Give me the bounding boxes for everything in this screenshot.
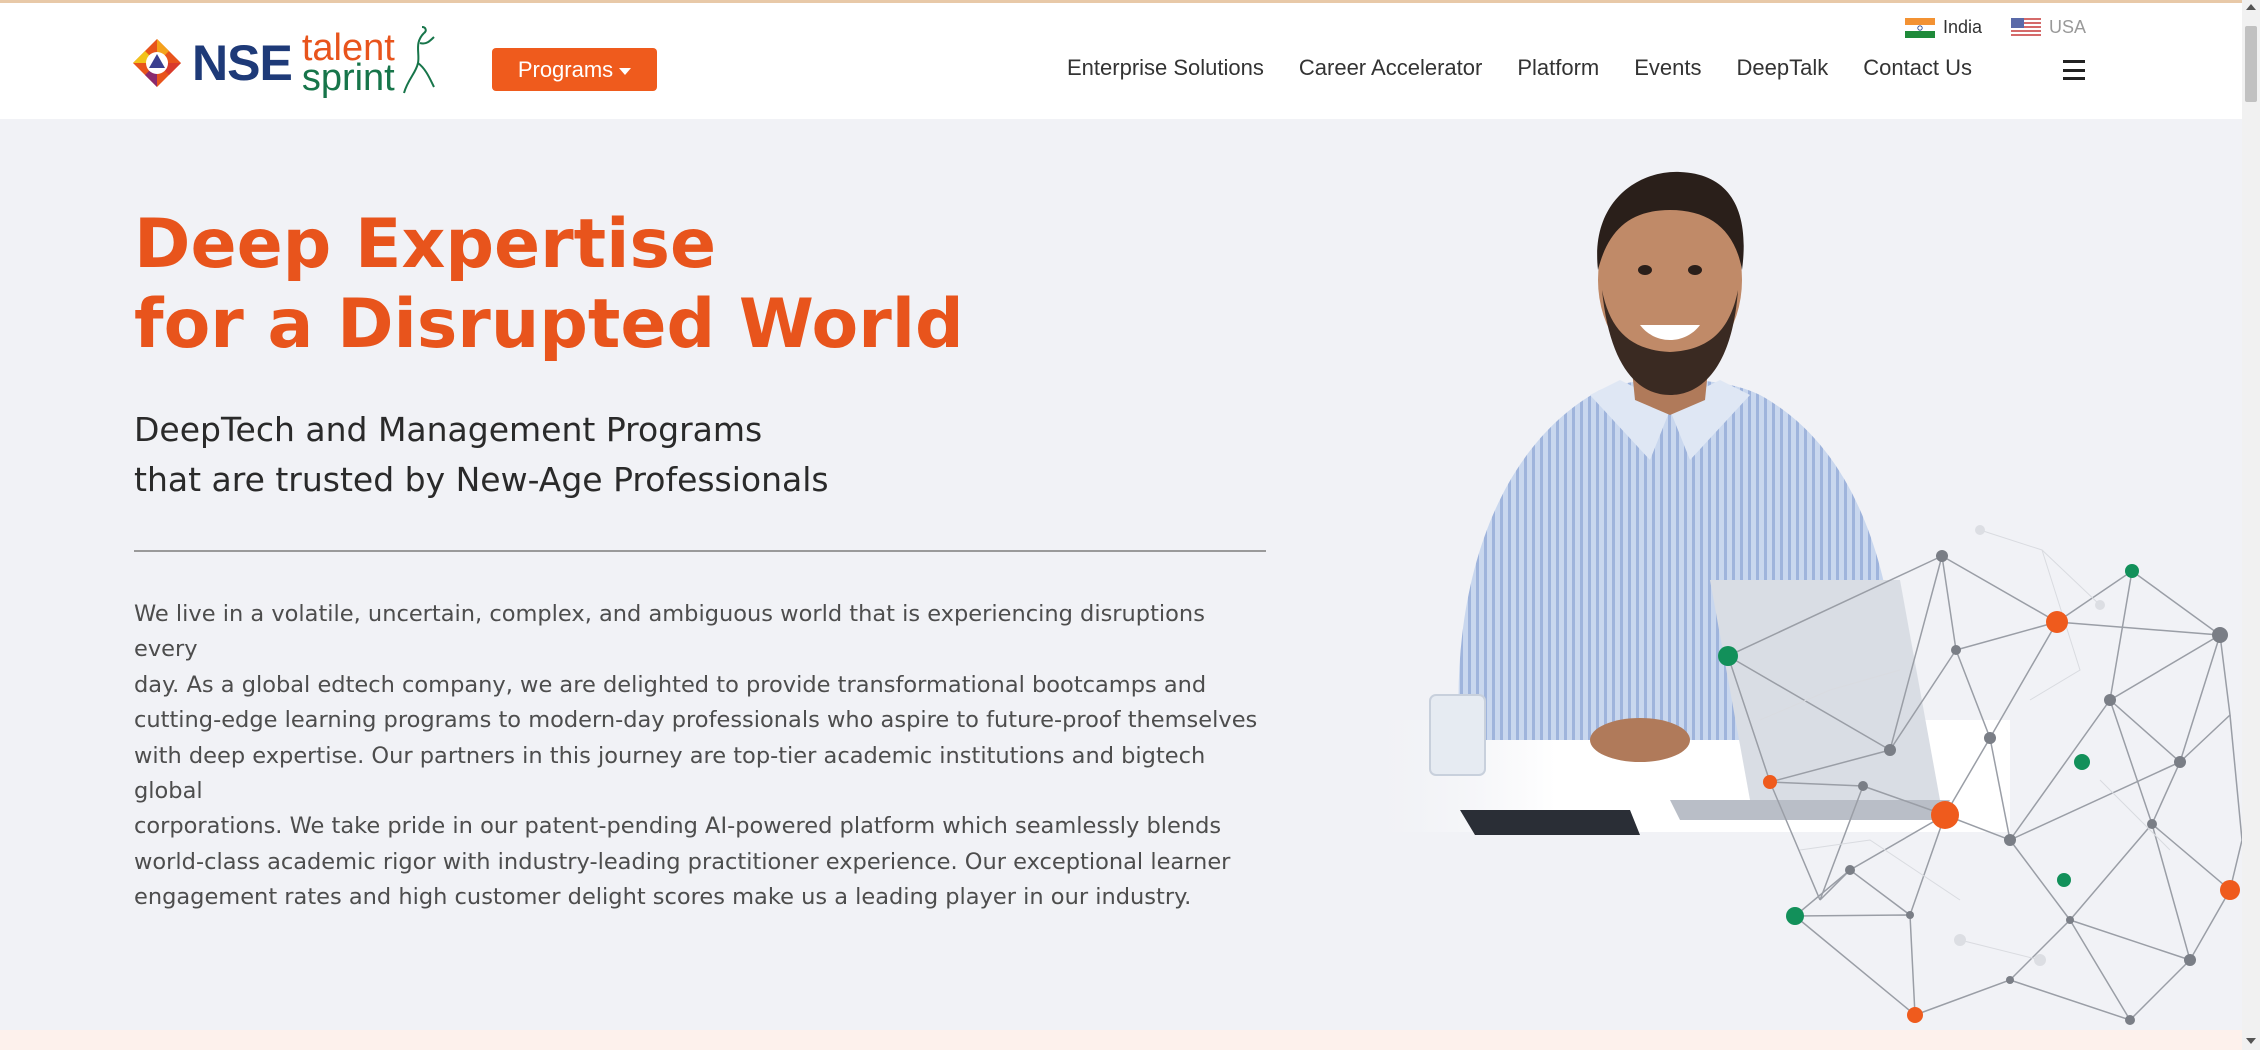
india-flag-icon	[1905, 17, 1935, 38]
vertical-scrollbar[interactable]	[2242, 0, 2260, 1050]
site-header: NSE talent sprint Programs India USA Ent…	[0, 3, 2242, 119]
hero-subtitle-line1: DeepTech and Management Programs	[134, 410, 763, 449]
hero-title-line1: Deep Expertise	[134, 205, 717, 284]
scrollbar-thumb[interactable]	[2245, 26, 2257, 102]
usa-flag-icon	[2011, 17, 2041, 38]
hero-body-line: engagement rates and high customer delig…	[134, 884, 1192, 911]
hero-subtitle-line2: that are trusted by New-Age Professional…	[134, 460, 829, 499]
scroll-up-arrow-icon[interactable]	[2246, 4, 2256, 10]
nav-deeptalk[interactable]: DeepTalk	[1737, 55, 1829, 81]
hamburger-line	[2063, 68, 2085, 72]
hero-body-line: day. As a global edtech company, we are …	[134, 671, 1207, 698]
network-graph-illustration	[1718, 525, 2242, 1025]
hero-body-line: We live in a volatile, uncertain, comple…	[134, 601, 1205, 663]
next-section-strip	[0, 1030, 2242, 1050]
hamburger-line	[2063, 60, 2085, 63]
hero-divider	[134, 550, 1266, 552]
logo-sprint-text: sprint	[301, 57, 395, 99]
nav-career-accelerator[interactable]: Career Accelerator	[1299, 55, 1482, 81]
caret-down-icon	[619, 67, 632, 75]
sprinter-figure-icon	[403, 26, 435, 94]
locale-india-label: India	[1943, 17, 1983, 37]
scroll-down-arrow-icon[interactable]	[2246, 1038, 2256, 1044]
logo-talentsprint: talent sprint	[301, 29, 395, 99]
nse-talentsprint-logo[interactable]: NSE talent sprint	[132, 23, 442, 103]
locale-india-link[interactable]: India	[1905, 17, 1982, 38]
hero-title-line2: for a Disrupted World	[134, 285, 964, 364]
programs-button-label: Programs	[517, 56, 614, 82]
hero-body-text: We live in a volatile, uncertain, comple…	[134, 597, 1274, 916]
nav-contact-us[interactable]: Contact Us	[1863, 55, 1972, 81]
programs-dropdown-button[interactable]: Programs	[492, 48, 657, 91]
hero-subtitle: DeepTech and Management Programs that ar…	[134, 405, 829, 505]
locale-usa-label: USA	[2049, 17, 2087, 37]
nav-events[interactable]: Events	[1634, 55, 1701, 81]
hamburger-line	[2063, 77, 2085, 80]
hero-body-line: cutting-edge learning programs to modern…	[134, 707, 1258, 734]
main-nav: Enterprise Solutions Career Accelerator …	[1067, 55, 1972, 81]
locale-usa-link[interactable]: USA	[2011, 17, 2086, 38]
hero-body-line: corporations. We take pride in our paten…	[134, 813, 1222, 840]
nav-enterprise-solutions[interactable]: Enterprise Solutions	[1067, 55, 1264, 81]
hero-title: Deep Expertise for a Disrupted World	[134, 205, 964, 365]
logo-nse-text: NSE	[192, 35, 293, 91]
hamburger-menu-icon[interactable]	[2063, 60, 2085, 80]
hero-body-line: with deep expertise. Our partners in thi…	[134, 742, 1206, 805]
nav-platform[interactable]: Platform	[1517, 55, 1599, 81]
hero-body-line: world-class academic rigor with industry…	[134, 848, 1231, 875]
nse-logo-mark-icon	[133, 39, 181, 87]
